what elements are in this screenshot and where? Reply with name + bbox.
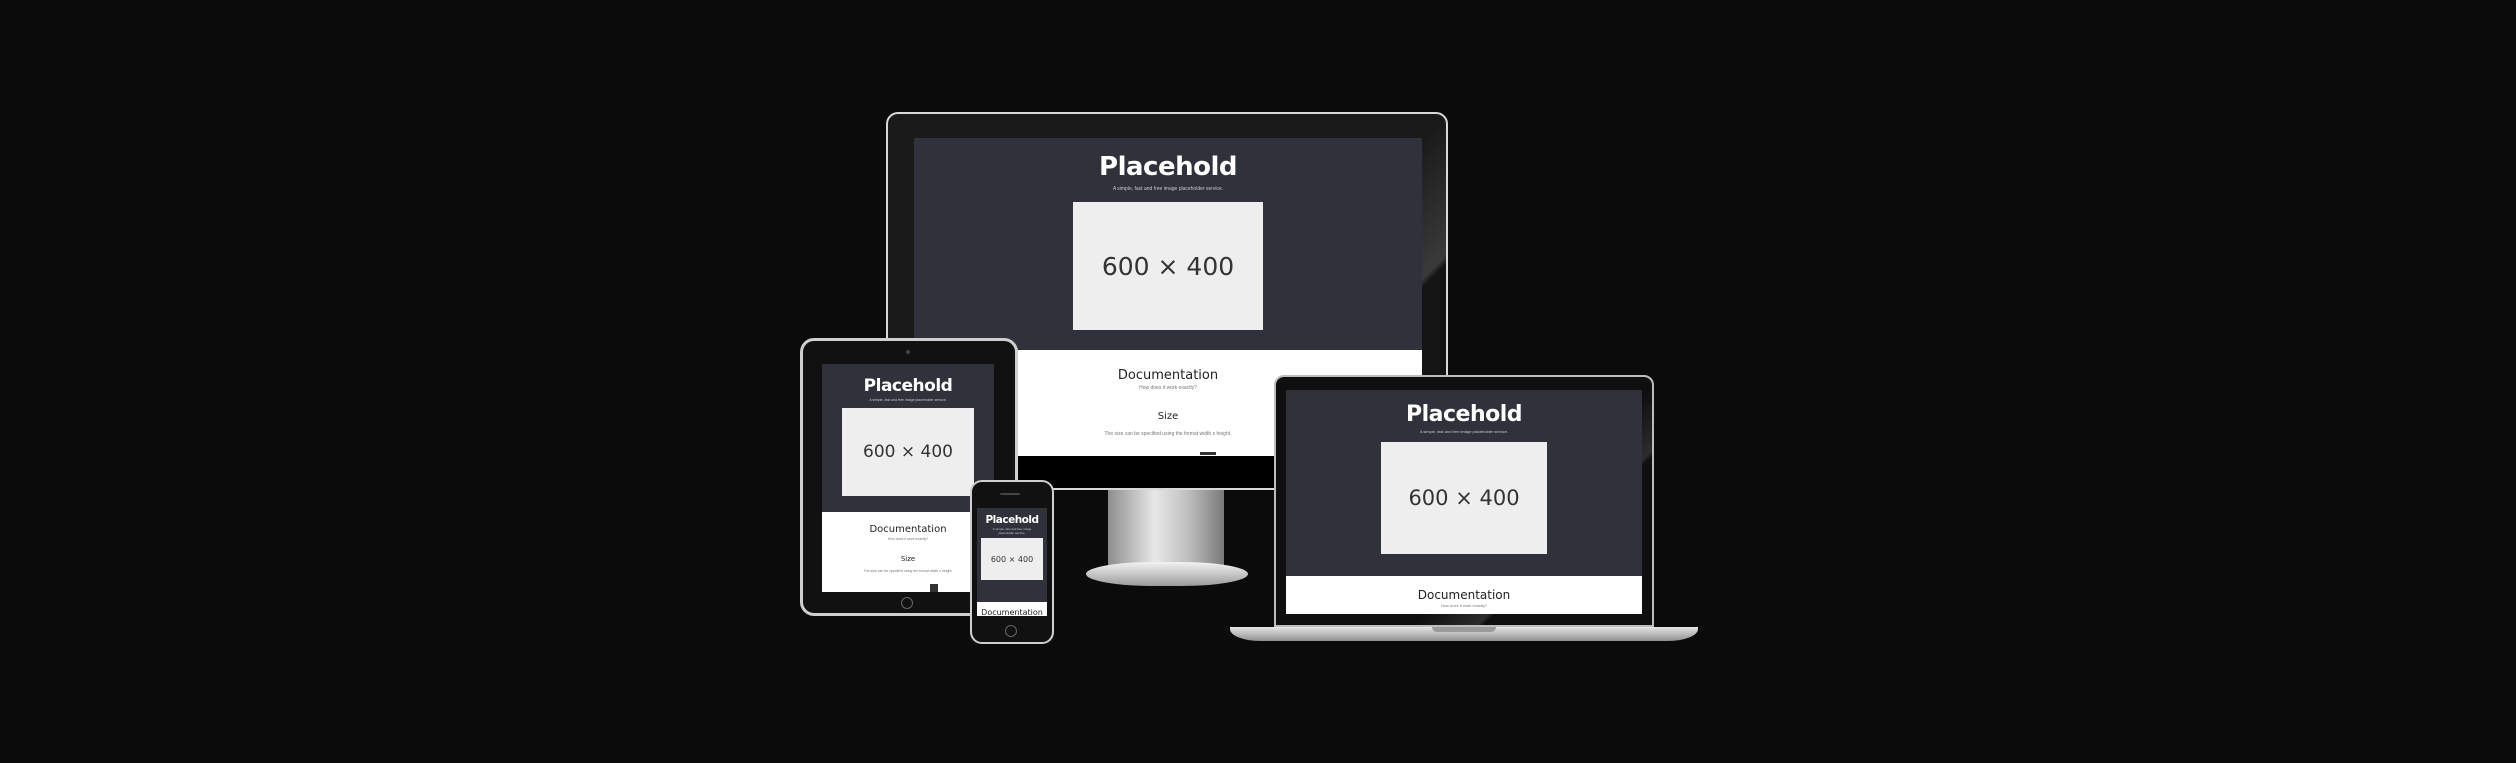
tablet-brand-title: Placehold — [863, 376, 953, 396]
phone-home-button — [1005, 625, 1017, 637]
laptop-docs-title: Documentation — [1417, 588, 1511, 602]
tablet-home-button — [901, 597, 913, 609]
monitor-stand-base — [1086, 562, 1248, 586]
laptop-docs-section: Documentation How does it work exactly? — [1286, 576, 1642, 614]
phone-speaker — [1000, 493, 1020, 495]
tablet-camera — [906, 350, 910, 354]
tablet-placeholder-label: 600 × 400 — [863, 442, 953, 462]
phone-placeholder-image: 600 × 400 — [981, 538, 1043, 580]
tablet-docs-title: Documentation — [869, 524, 947, 535]
laptop-screen: Placehold A simple, fast and free image … — [1286, 390, 1642, 614]
tablet-tagline: A simple, fast and free image placeholde… — [869, 398, 947, 402]
tablet-size-title: Size — [900, 555, 916, 563]
phone-screen: Placehold A simple, fast and free image … — [977, 508, 1047, 616]
tablet-size-text: The size can be specified using the form… — [863, 569, 953, 573]
laptop-notch — [1432, 627, 1496, 632]
tablet-placeholder-image: 600 × 400 — [842, 408, 974, 496]
phone-brand-title: Placehold — [985, 514, 1039, 526]
desktop-hero: Placehold A simple, fast and free image … — [914, 138, 1422, 350]
desktop-placeholder-label: 600 × 400 — [1101, 251, 1235, 281]
laptop-tagline: A simple, fast and free image placeholde… — [1419, 429, 1509, 434]
phone-hero: Placehold A simple, fast and free image … — [977, 508, 1047, 602]
desktop-placeholder-image: 600 × 400 — [1073, 202, 1263, 330]
phone-tagline: A simple, fast and free image placeholde… — [992, 527, 1032, 535]
laptop-hero: Placehold A simple, fast and free image … — [1286, 390, 1642, 576]
desktop-brand-title: Placehold — [1099, 152, 1237, 182]
laptop-placeholder-image: 600 × 400 — [1381, 442, 1547, 554]
laptop-placeholder-label: 600 × 400 — [1408, 486, 1520, 510]
tablet-screen: Placehold A simple, fast and free image … — [822, 364, 994, 592]
tablet-docs-section: Documentation How does it work exactly? … — [822, 512, 994, 592]
laptop-docs-subtitle: How does it work exactly? — [1440, 603, 1488, 608]
desktop-tagline: A simple, fast and free image placeholde… — [1112, 186, 1224, 192]
tablet-code-snippet — [930, 584, 938, 592]
tablet-docs-subtitle: How does it work exactly? — [887, 537, 929, 541]
phone-placeholder-label: 600 × 400 — [990, 554, 1034, 564]
monitor-stand-neck — [1108, 486, 1224, 568]
phone-docs-section: Documentation — [977, 602, 1047, 616]
laptop-brand-title: Placehold — [1405, 402, 1523, 427]
desktop-code-snippet — [1200, 452, 1216, 455]
tablet-hero: Placehold A simple, fast and free image … — [822, 364, 994, 512]
phone-docs-title: Documentation — [981, 608, 1043, 616]
